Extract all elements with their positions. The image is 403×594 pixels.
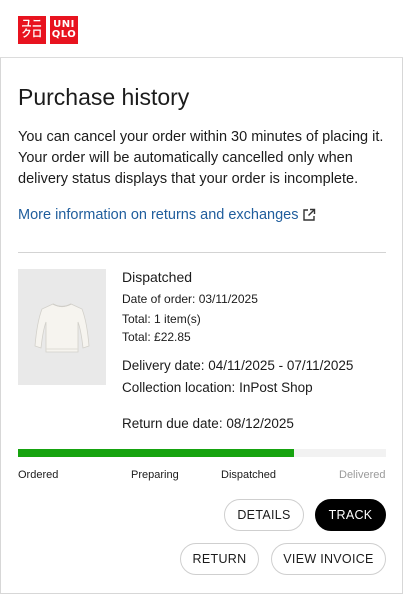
return-button[interactable]: RETURN: [180, 543, 259, 575]
order-status: Dispatched: [122, 269, 193, 285]
returns-info-link[interactable]: More information on returns and exchange…: [18, 207, 299, 223]
step-preparing: Preparing: [131, 469, 179, 481]
order-total-price: Total: £22.85: [122, 330, 191, 344]
return-due-date: Return due date: 08/12/2025: [122, 416, 294, 431]
delivery-progress-bar: [18, 449, 386, 457]
delivery-date: Delivery date: 04/11/2025 - 07/11/2025: [122, 358, 354, 373]
logo-tile-latin: UNI QLO: [50, 16, 78, 44]
logo-tile-katakana: ユニ クロ: [18, 16, 46, 44]
view-invoice-button[interactable]: VIEW INVOICE: [271, 543, 386, 575]
step-delivered: Delivered: [339, 469, 386, 481]
page-title: Purchase history: [18, 84, 190, 110]
uniqlo-logo[interactable]: ユニ クロ UNI QLO: [18, 16, 78, 44]
logo-line: クロ: [21, 29, 43, 40]
external-link-icon[interactable]: [302, 208, 316, 222]
order-date: Date of order: 03/11/2025: [122, 292, 258, 306]
step-ordered: Ordered: [18, 469, 59, 481]
divider: [18, 252, 386, 253]
logo-line: QLO: [51, 29, 77, 40]
cancellation-info: You can cancel your order within 30 minu…: [18, 129, 384, 187]
progress-fill: [18, 449, 294, 457]
order-total-items: Total: 1 item(s): [122, 312, 201, 326]
details-button[interactable]: DETAILS: [224, 499, 304, 531]
track-button[interactable]: TRACK: [315, 499, 386, 531]
sweater-icon: [34, 303, 90, 353]
site-header: ユニ クロ UNI QLO: [0, 0, 403, 58]
collection-location: Collection location: InPost Shop: [122, 380, 313, 395]
product-thumbnail[interactable]: [18, 269, 106, 385]
step-dispatched: Dispatched: [221, 469, 277, 481]
